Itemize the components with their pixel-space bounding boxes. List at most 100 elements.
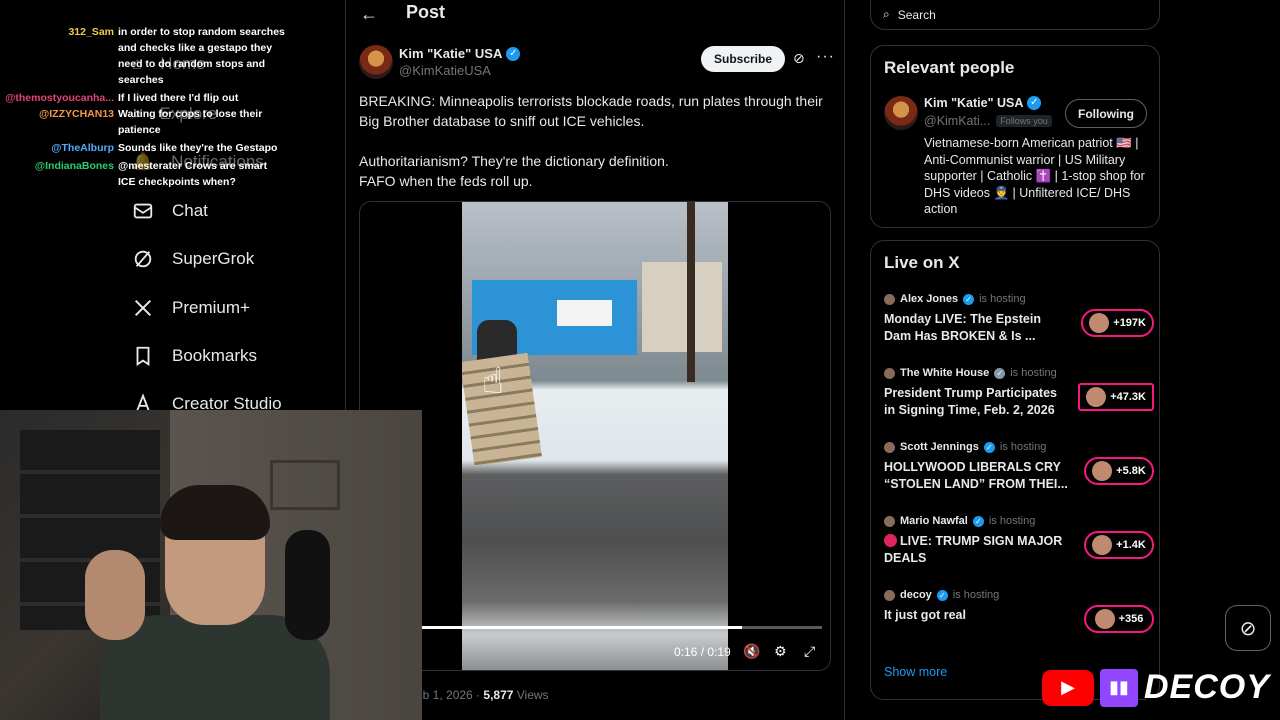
more-options-icon[interactable]: ··· — [816, 48, 835, 66]
fullscreen-icon[interactable]: ⤢ — [804, 643, 815, 660]
relevant-people-title: Relevant people — [884, 58, 1015, 77]
following-button[interactable]: Following — [1065, 99, 1147, 128]
live-listener-badge[interactable]: +5.8K — [1084, 457, 1154, 485]
post-paragraph-2-line-2: FAFO when the feds roll up. — [359, 173, 533, 189]
live-listener-count: +5.8K — [1116, 465, 1146, 477]
host-avatar — [884, 367, 895, 379]
chat-message-text: ICE checkpoints when? — [118, 176, 236, 188]
live-title: Monday LIVE: The Epstein Dam Has BROKEN … — [884, 311, 1069, 344]
video-player[interactable]: 0:16 / 0:19 🔇 ⚙ ⤢ — [359, 201, 831, 671]
host-avatar — [884, 515, 895, 527]
grok-icon — [134, 250, 152, 268]
live-host-name: decoy — [900, 589, 932, 601]
nav-bookmarks-label: Bookmarks — [172, 346, 258, 365]
live-badge-avatar — [1086, 387, 1107, 407]
verified-badge-icon: ✓ — [972, 515, 984, 527]
host-avatar — [884, 293, 895, 305]
live-host-name: Scott Jennings — [900, 441, 979, 453]
chat-message: @IndianaBones @mesterater Crows are smart — [0, 158, 293, 174]
subscribe-button[interactable]: Subscribe — [701, 46, 785, 72]
chat-message-text: in order to stop random searches and che… — [118, 26, 285, 86]
brand-name: DECOY — [1144, 668, 1270, 706]
video-frame — [462, 202, 728, 670]
live-item[interactable]: Scott Jennings ✓ is hosting HOLLYWOOD LIBER… — [884, 441, 1154, 492]
live-host-name: The White House — [900, 367, 990, 379]
is-hosting-label: is hosting — [1010, 367, 1057, 379]
is-hosting-label: is hosting — [999, 441, 1047, 453]
relevant-person-handle-text[interactable]: @KimKati... — [924, 114, 990, 128]
is-hosting-label: is hosting — [952, 589, 1000, 601]
verified-badge-icon: ✓ — [1027, 96, 1042, 110]
live-listener-count: +1.4K — [1116, 539, 1146, 551]
live-title-text: Monday LIVE: The Epstein Dam Has BROKEN … — [884, 312, 1041, 343]
chat-message-text: If I lived there I'd flip out — [118, 92, 239, 104]
live-item[interactable]: Alex Jones ✓ is hosting Monday LIVE: The Ep… — [884, 293, 1154, 344]
nav-bookmarks[interactable]: Bookmarks — [132, 345, 257, 367]
chat-message: 312_Sam in order to stop random searches … — [0, 24, 293, 88]
live-badge-avatar — [1089, 313, 1110, 333]
column-divider-right — [844, 0, 845, 720]
grok-icon: ⊘ — [1239, 617, 1257, 640]
chat-message: @IZZYCHAN13 Waiting for cops to lose thei… — [0, 106, 293, 138]
grok-floating-button[interactable]: ⊘ — [1225, 605, 1271, 651]
live-title-text: HOLLYWOOD LIBERALS CRY “STOLEN LAND” FRO… — [884, 460, 1068, 491]
live-listener-badge[interactable]: +197K — [1081, 309, 1154, 337]
live-host-row: Scott Jennings ✓ is hosting — [884, 441, 1154, 453]
author-name[interactable]: Kim "Katie" USA ✓ — [399, 46, 521, 61]
grok-icon[interactable]: ⊘ — [793, 50, 805, 67]
live-listener-badge[interactable]: +47.3K — [1078, 383, 1154, 411]
live-host-name: Mario Nawfal — [900, 515, 968, 527]
live-host-row: Alex Jones ✓ is hosting — [884, 293, 1154, 305]
live-title: LIVE: TRUMP SIGN MAJOR DEALS — [884, 533, 1069, 566]
author-name-text: Kim "Katie" USA — [399, 46, 503, 61]
nav-premium[interactable]: Premium+ — [132, 297, 250, 319]
mail-icon — [133, 203, 153, 219]
chat-username: 312_Sam — [68, 26, 114, 38]
relevant-person-avatar[interactable] — [884, 96, 918, 130]
nav-premium-label: Premium+ — [172, 298, 250, 317]
verified-badge-icon: ✓ — [963, 293, 975, 305]
post-meta: eb 1, 2026 · 5,877 Views — [416, 688, 549, 702]
views-label: Views — [516, 688, 549, 702]
show-more-link[interactable]: Show more — [884, 665, 947, 679]
video-progress-fill — [420, 626, 742, 629]
author-handle[interactable]: @KimKatieUSA — [399, 63, 491, 78]
relevant-person-name[interactable]: Kim "Katie" USA ✓ — [924, 96, 1042, 110]
video-progress-bar[interactable] — [420, 626, 822, 629]
live-title: HOLLYWOOD LIBERALS CRY “STOLEN LAND” FRO… — [884, 459, 1069, 492]
chat-message: @themostyoucanha... If I lived there I'd … — [0, 90, 293, 106]
chat-message-text: Waiting for cops to lose their patience — [118, 108, 263, 136]
follows-you-badge: Follows you — [996, 115, 1052, 127]
chat-username: @TheAlburp — [51, 142, 114, 154]
live-title: President Trump Participates in Signing … — [884, 385, 1069, 418]
live-item[interactable]: The White House ✓ is hosting President Trum… — [884, 367, 1154, 418]
live-item[interactable]: Mario Nawfal ✓ is hosting LIVE: TRUMP SIGN … — [884, 515, 1154, 566]
relevant-people-panel: Relevant people Kim "Katie" USA ✓ @KimKa… — [870, 45, 1160, 228]
post-text: BREAKING: Minneapolis terrorists blockad… — [359, 91, 829, 191]
search-input[interactable]: ⌕ Search — [870, 0, 1160, 30]
author-avatar[interactable] — [359, 45, 393, 79]
live-item[interactable]: decoy ✓ is hosting It just got real +356 — [884, 589, 1154, 633]
verified-badge-icon: ✓ — [506, 46, 521, 61]
relevant-person-name-text: Kim "Katie" USA — [924, 96, 1024, 110]
mute-icon[interactable]: 🔇 — [743, 643, 760, 660]
twitch-logo-icon: ▮▮ — [1100, 668, 1138, 707]
live-listener-count: +356 — [1118, 613, 1144, 625]
nav-chat[interactable]: Chat — [132, 200, 208, 222]
live-on-x-title: Live on X — [884, 253, 960, 272]
back-arrow-icon[interactable]: ← — [360, 4, 378, 25]
host-avatar — [884, 441, 895, 453]
search-icon: ⌕ — [883, 7, 890, 21]
red-circle-icon — [884, 534, 897, 547]
host-avatar — [884, 589, 895, 601]
nav-supergrok[interactable]: SuperGrok — [132, 248, 254, 270]
video-house — [642, 262, 722, 352]
stream-branding: ▶ ▮▮ DECOY — [1042, 668, 1270, 707]
settings-gear-icon[interactable]: ⚙ — [774, 643, 787, 660]
verified-badge-icon: ✓ — [936, 589, 948, 601]
live-title-text: LIVE: TRUMP SIGN MAJOR DEALS — [884, 534, 1063, 565]
live-on-x-panel: Live on X Show more Alex Jones ✓ is hostin… — [870, 240, 1160, 700]
live-listener-badge[interactable]: +356 — [1084, 605, 1154, 633]
verified-badge-icon: ✓ — [983, 441, 995, 453]
live-listener-badge[interactable]: +1.4K — [1084, 531, 1154, 559]
